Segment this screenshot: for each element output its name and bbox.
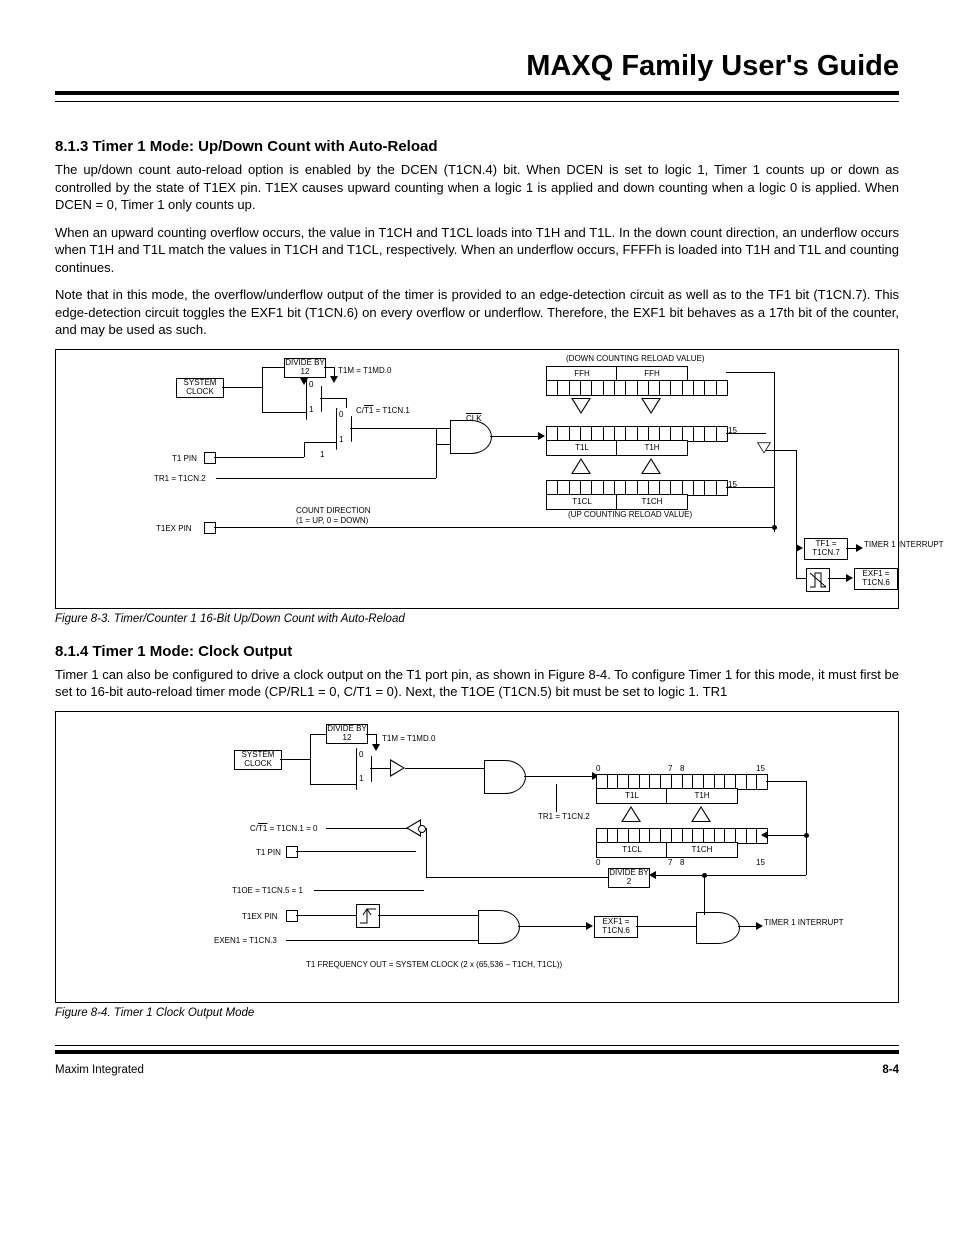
mux2-0: 0 [339, 410, 343, 419]
section-813-p1: The up/down count auto-reload option is … [55, 161, 899, 214]
t1l-box-2: T1L [596, 788, 668, 804]
mux2-1: 1 [339, 435, 343, 444]
ct1-label-2: C/T1 = T1CN.1 = 0 [250, 824, 317, 833]
t1m-label-2: T1M = T1MD.0 [382, 734, 435, 743]
t1ex-pin-icon [204, 522, 216, 534]
tri-down-l [571, 398, 591, 414]
edge-detector-icon-2 [356, 904, 380, 928]
footer-vendor: Maxim Integrated [55, 1064, 144, 1076]
section-814-p1: Timer 1 can also be configured to drive … [55, 666, 899, 701]
section-813-p3: Note that in this mode, the overflow/und… [55, 286, 899, 339]
tri-down-sel [757, 442, 771, 453]
tr1-label: TR1 = T1CN.2 [154, 474, 206, 483]
t1ch-box: T1CH [616, 494, 688, 510]
buffer-icon [390, 759, 405, 777]
tri-up-l [571, 458, 591, 474]
exen1-label: EXEN1 = T1CN.3 [214, 936, 277, 945]
and-gate-2 [484, 760, 526, 794]
figure-8-4-caption: Figure 8-4. Timer 1 Clock Output Mode [55, 1007, 899, 1019]
divide-by-12-box-2: DIVIDE BY 12 [326, 724, 368, 744]
tri-up-l-2 [621, 806, 641, 822]
mux0-2: 0 [359, 750, 363, 759]
clk-label: CLK [466, 414, 482, 423]
t1cl-box: T1CL [546, 494, 618, 510]
count-dir2: (1 = UP, 0 = DOWN) [296, 516, 368, 525]
tf1-box: TF1 = T1CN.7 [804, 538, 848, 560]
ffh-bits [546, 380, 728, 396]
fifteen-bot-2: 15 [756, 858, 765, 867]
up-reload-label: (UP COUNTING RELOAD VALUE) [568, 510, 692, 519]
page-title: MAXQ Family User's Guide [55, 50, 899, 83]
and-gate [450, 420, 492, 454]
t1m-label: T1M = T1MD.0 [338, 366, 391, 375]
t1ex-pin-label-2: T1EX PIN [242, 912, 278, 921]
tri-down-r [641, 398, 661, 414]
figure-8-3: SYSTEM CLOCK DIVIDE BY 12 0 1 T1M = T1MD… [55, 349, 899, 609]
divide-by-2-box: DIVIDE BY 2 [608, 868, 650, 888]
freq-label: T1 FREQUENCY OUT = SYSTEM CLOCK (2 x (65… [306, 960, 562, 969]
count-dir1: COUNT DIRECTION [296, 506, 371, 515]
t1oe-label: T1OE = T1CN.5 = 1 [232, 886, 303, 895]
mux1-2: 1 [359, 774, 363, 783]
fifteen-top-2: 15 [756, 764, 765, 773]
t1-pin-icon [204, 452, 216, 464]
title-rule-thick [55, 91, 899, 95]
t1ex-pin-label: T1EX PIN [156, 524, 192, 533]
and-gate-3 [478, 910, 520, 944]
inverter-bubble-icon [418, 825, 426, 833]
t1ex-pin-icon-2 [286, 910, 298, 922]
seven-top-2: 7 [668, 764, 672, 773]
footer-rule-thin [55, 1045, 899, 1046]
section-814-heading: 8.1.4 Timer 1 Mode: Clock Output [55, 643, 899, 660]
seven-bot-2: 7 [668, 858, 672, 867]
footer-page-number: 8-4 [882, 1064, 899, 1076]
section-813-p2: When an upward counting overflow occurs,… [55, 224, 899, 277]
figure-8-4: DIVIDE BY 12 SYSTEM CLOCK 0 1 T1M = T1MD… [55, 711, 899, 1003]
timer1-int-label: TIMER 1 INTERRUPT [864, 540, 944, 549]
footer-rule-thick [55, 1050, 899, 1054]
zero-top-2: 0 [596, 764, 600, 773]
section-813-heading: 8.1.3 Timer 1 Mode: Up/Down Count with A… [55, 138, 899, 155]
t1h-box: T1H [616, 440, 688, 456]
t1ch-box-2: T1CH [666, 842, 738, 858]
mux1-1: 1 [309, 405, 313, 414]
eight-top-2: 8 [680, 764, 684, 773]
t1-pin-label-2: T1 PIN [256, 848, 281, 857]
exf1-box-2: EXF1 = T1CN.6 [594, 916, 638, 938]
divide-by-12-box: DIVIDE BY 12 [284, 358, 326, 378]
system-clock-box: SYSTEM CLOCK [176, 378, 224, 398]
tr1-label-2: TR1 = T1CN.2 [538, 812, 590, 821]
down-reload-label: (DOWN COUNTING RELOAD VALUE) [566, 354, 705, 363]
ct1-label: C/T1 = T1CN.1 [356, 406, 410, 415]
eight-bot-2: 8 [680, 858, 684, 867]
t1-pin-icon-2 [286, 846, 298, 858]
tri-up-r-2 [691, 806, 711, 822]
mux1-0: 0 [309, 380, 313, 389]
title-rule-thin [55, 101, 899, 102]
zero-bot-2: 0 [596, 858, 600, 867]
t1-pin-label: T1 PIN [172, 454, 197, 463]
page-footer: Maxim Integrated 8-4 [55, 1064, 899, 1076]
t1h-box-2: T1H [666, 788, 738, 804]
or-gate [696, 912, 740, 944]
exf1-box: EXF1 = T1CN.6 [854, 568, 898, 590]
system-clock-box-2: SYSTEM CLOCK [234, 750, 282, 770]
figure-8-3-caption: Figure 8-3. Timer/Counter 1 16-Bit Up/Do… [55, 613, 899, 625]
one-and-label: 1 [320, 450, 324, 459]
edge-detector-icon [806, 568, 830, 592]
t1l-box: T1L [546, 440, 618, 456]
timer1-int-label-2: TIMER 1 INTERRUPT [764, 918, 844, 927]
t1cl-box-2: T1CL [596, 842, 668, 858]
tri-up-r [641, 458, 661, 474]
